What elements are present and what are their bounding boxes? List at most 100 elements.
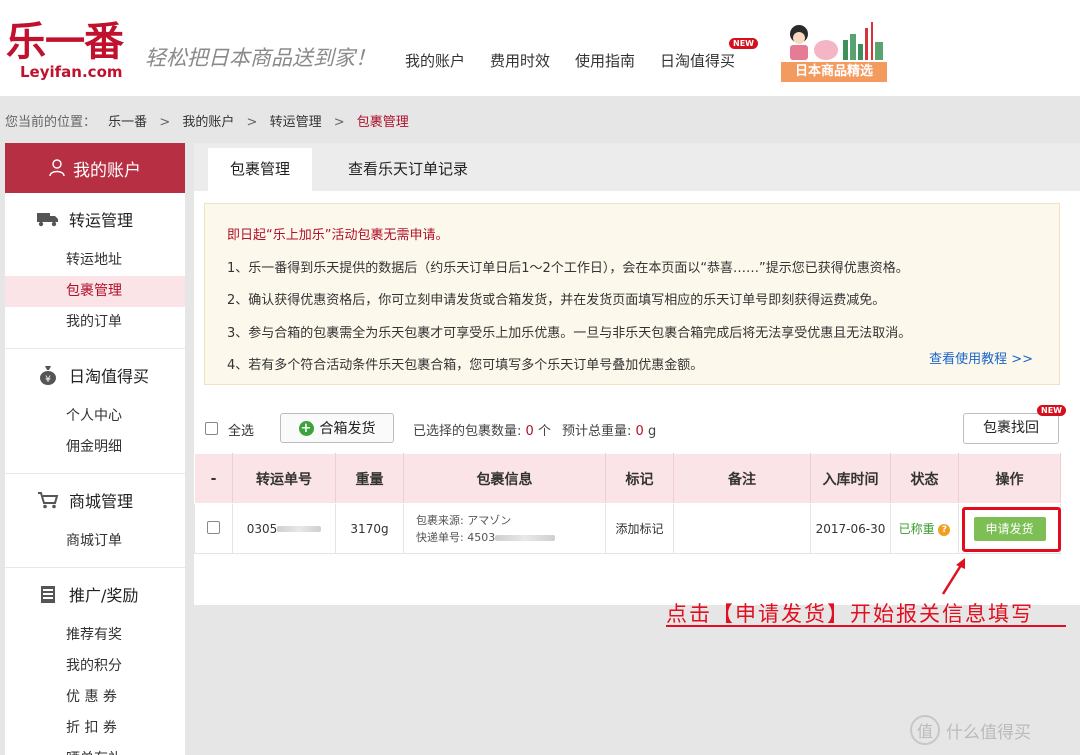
notice-line: 2、确认获得优惠资格后，你可立刻申请发货或合箱发货，并在发货页面填写相应的乐天订… [227, 293, 886, 308]
sidebar-item-points[interactable]: 我的积分 [5, 651, 185, 682]
total-weight-unit: g [647, 424, 657, 439]
breadcrumb-separator: > [159, 115, 171, 130]
nav-deals[interactable]: 日淘值得买 [660, 50, 735, 71]
tab-rakuten-orders[interactable]: 查看乐天订单记录 [324, 148, 492, 191]
table-row: 0305 3170g 包裹来源: アマゾン 快递单号: 4503 添加标记 20… [194, 503, 1061, 554]
column-header: 转运单号 [232, 453, 336, 504]
breadcrumb-prefix: 您当前的位置： [5, 115, 97, 130]
sidebar-item-forwarding-address[interactable]: 转运地址 [5, 245, 185, 276]
note-cell [673, 503, 811, 554]
tracking-number-cell: 0305 [232, 503, 336, 554]
sidebar-section-title: 转运管理 [5, 193, 185, 245]
notice-box: 即日起“乐上加乐”活动包裹无需申请。 1、乐一番得到乐天提供的数据后（约乐天订单… [204, 203, 1060, 385]
package-info-cell: 包裹来源: アマゾン 快递单号: 4503 [403, 503, 606, 554]
nav-fees[interactable]: 费用时效 [490, 50, 550, 71]
breadcrumb-item[interactable]: 我的账户 [182, 115, 234, 130]
sidebar-section-label: 转运管理 [69, 211, 134, 230]
selected-count-unit: 个 [537, 424, 551, 439]
sidebar-section-forwarding: 转运管理 转运地址 包裹管理 我的订单 [5, 193, 185, 349]
main-panel: 包裹管理 查看乐天订单记录 即日起“乐上加乐”活动包裹无需申请。 1、乐一番得到… [194, 143, 1080, 605]
redacted-mask [277, 526, 322, 532]
sidebar-item-personal-center[interactable]: 个人中心 [5, 401, 185, 432]
column-header: 标记 [605, 453, 674, 504]
sidebar-section-label: 日淘值得买 [69, 367, 150, 386]
sidebar-item-my-orders[interactable]: 我的订单 [5, 307, 185, 338]
package-recovery-button[interactable]: 包裹找回 [963, 413, 1059, 444]
nav-guide[interactable]: 使用指南 [575, 50, 635, 71]
notice-line: 3、参与合箱的包裹需全为乐天包裹才可享受乐上加乐优惠。一旦与非乐天包裹合箱完成后… [227, 325, 912, 341]
sidebar-item-share-rewards[interactable]: 晒单有礼 [5, 744, 185, 755]
sidebar-item-commission[interactable]: 佣金明细 [5, 432, 185, 463]
money-bag-icon: ¥ [37, 365, 59, 385]
sidebar-section-title: 商城管理 [5, 474, 185, 526]
column-header: 重量 [335, 453, 404, 504]
logo-mark: 乐一番 [6, 18, 124, 65]
total-weight-value: 0 [635, 424, 644, 439]
new-badge: NEW [1037, 405, 1066, 416]
sidebar-section-rewards: 推广/奖励 推荐有奖 我的积分 优 惠 券 折 扣 券 晒单有礼 [5, 568, 185, 755]
selected-count-info: 已选择的包裹数量: 0 个 [413, 420, 551, 439]
column-header: - [194, 453, 233, 504]
notice-headline: 即日起“乐上加乐”活动包裹无需申请。 [227, 228, 449, 243]
express-number: 快递单号: 4503 [416, 530, 496, 544]
notice-line: 4、若有多个符合活动条件乐天包裹合箱，您可填写多个乐天订单号叠加优惠金额。 [227, 358, 704, 373]
breadcrumb-separator: > [246, 115, 258, 130]
sidebar-item-mall-orders[interactable]: 商城订单 [5, 526, 185, 557]
column-header: 状态 [890, 453, 959, 504]
annotation-text: 点击【申请发货】开始报关信息填写 [666, 602, 1034, 626]
nav-my-account[interactable]: 我的账户 [405, 50, 465, 71]
plus-icon: + [298, 420, 314, 436]
tutorial-link[interactable]: 查看使用教程 >> [929, 348, 1033, 367]
row-checkbox[interactable] [207, 520, 220, 534]
breadcrumb-current: 包裹管理 [356, 115, 409, 130]
promo-label: 日本商品精选 [781, 62, 887, 82]
package-toolbar: 全选 + 合箱发货 已选择的包裹数量: 0 个 预计总重量: 0 g 包裹找回 … [194, 405, 1080, 453]
arrival-date-cell: 2017-06-30 [810, 503, 891, 554]
select-all-label[interactable]: 全选 [228, 420, 254, 439]
watermark-logo-icon: 值 [910, 715, 940, 745]
merge-ship-label: 合箱发货 [319, 421, 376, 437]
svg-text:¥: ¥ [45, 375, 51, 385]
package-source: 包裹来源: アマゾン [416, 513, 512, 527]
gift-box-icon [37, 584, 59, 604]
sidebar-header-label: 我的账户 [73, 160, 141, 181]
total-weight-label: 预计总重量: [562, 424, 632, 439]
select-all-checkbox[interactable] [205, 422, 218, 435]
logo[interactable]: 乐一番 Leyifan.com [6, 20, 136, 84]
sidebar-item-referral[interactable]: 推荐有奖 [5, 620, 185, 651]
sidebar-section-label: 商城管理 [69, 492, 134, 511]
slogan: 轻松把日本商品送到家！ [145, 46, 376, 70]
total-weight-info: 预计总重量: 0 g [562, 420, 656, 439]
column-header: 入库时间 [810, 453, 891, 504]
help-icon[interactable]: ? [938, 523, 951, 536]
promo-banner[interactable]: 日本商品精选 [781, 18, 889, 82]
notice-line: 1、乐一番得到乐天提供的数据后（约乐天订单日后1～2个工作日），会在本页面以“恭… [227, 260, 909, 276]
truck-icon [37, 209, 59, 229]
breadcrumb-item[interactable]: 转运管理 [270, 115, 322, 130]
column-header: 操作 [958, 453, 1061, 504]
weight-cell: 3170g [335, 503, 404, 554]
add-mark-link[interactable]: 添加标记 [605, 503, 674, 554]
sidebar-section-mall: 商城管理 商城订单 [5, 474, 185, 568]
sidebar-section-title: 推广/奖励 [5, 568, 185, 620]
redacted-mask [495, 534, 556, 541]
tab-package-management[interactable]: 包裹管理 [208, 148, 312, 191]
annotation-underline [666, 625, 1066, 627]
sidebar-item-discount-vouchers[interactable]: 折 扣 券 [5, 713, 185, 744]
table-header-row: - 转运单号 重量 包裹信息 标记 备注 入库时间 状态 操作 [194, 453, 1061, 504]
selected-count-label: 已选择的包裹数量: [413, 424, 522, 439]
merge-ship-button[interactable]: + 合箱发货 [280, 413, 394, 443]
status-text: 已称重 [898, 522, 935, 536]
sidebar-item-coupons[interactable]: 优 惠 券 [5, 682, 185, 713]
column-header: 包裹信息 [403, 453, 606, 504]
cart-icon [37, 490, 59, 510]
tab-bar: 包裹管理 查看乐天订单记录 [194, 143, 1080, 191]
sidebar-header[interactable]: 我的账户 [5, 143, 185, 193]
highlight-box [962, 507, 1061, 552]
sidebar-section-label: 推广/奖励 [69, 586, 139, 605]
breadcrumb-item[interactable]: 乐一番 [108, 115, 147, 130]
row-select-cell [194, 503, 233, 554]
package-table: - 转运单号 重量 包裹信息 标记 备注 入库时间 状态 操作 0305 317… [194, 453, 1061, 554]
breadcrumb: 您当前的位置： 乐一番 > 我的账户 > 转运管理 > 包裹管理 [5, 111, 409, 130]
sidebar-item-package-management[interactable]: 包裹管理 [5, 276, 185, 307]
